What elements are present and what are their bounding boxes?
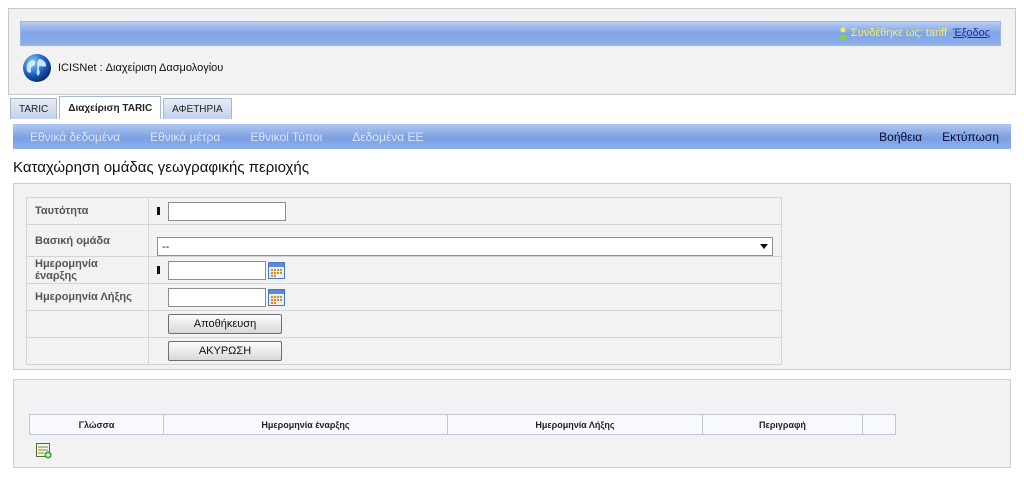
descriptions-panel: Γλώσσα Ημερομηνία έναρξης Ημερομηνία Λήξ… bbox=[13, 379, 1011, 468]
app-title-row: ICISNet : Διαχείριση Δασμολογίου bbox=[22, 53, 223, 83]
calendar-icon[interactable] bbox=[268, 261, 285, 279]
tab-taric[interactable]: TARIC bbox=[10, 98, 58, 119]
print-link[interactable]: Εκτύπωση bbox=[942, 130, 999, 144]
nav-national-measures[interactable]: Εθνικά μέτρα bbox=[150, 130, 220, 144]
tab-taric-management[interactable]: Διαχείριση TARIC bbox=[59, 96, 162, 119]
form-row-start-date: Ημερομηνία έναρξης bbox=[26, 256, 782, 284]
required-marker bbox=[157, 207, 160, 215]
save-button[interactable]: Αποθήκευση bbox=[168, 314, 282, 334]
end-date-input[interactable] bbox=[168, 287, 266, 307]
app-title: ICISNet : Διαχείριση Δασμολογίου bbox=[58, 62, 224, 74]
user-label: Συνδέθηκε ως: bbox=[850, 27, 923, 39]
nav-national-data[interactable]: Εθνικά δεδομένα bbox=[30, 130, 120, 144]
descriptions-table: Γλώσσα Ημερομηνία έναρξης Ημερομηνία Λήξ… bbox=[29, 414, 896, 435]
form-row-end-date: Ημερομηνία Λήξης bbox=[26, 283, 782, 311]
user-area: Συνδέθηκε ως: tariff Έξοδος bbox=[838, 27, 990, 39]
id-cell bbox=[148, 197, 782, 225]
base-group-cell: -- bbox=[148, 224, 782, 257]
tab-home[interactable]: ΑΦΕΤΗΡΙΑ bbox=[163, 98, 232, 119]
tab-bar: TARIC Διαχείριση TARIC ΑΦΕΤΗΡΙΑ bbox=[10, 96, 232, 119]
user-icon bbox=[838, 27, 847, 39]
table-header-row: Γλώσσα Ημερομηνία έναρξης Ημερομηνία Λήξ… bbox=[29, 414, 896, 435]
start-date-cell bbox=[148, 256, 782, 284]
required-marker bbox=[157, 266, 160, 274]
globe-logo bbox=[23, 54, 51, 82]
empty-cell bbox=[26, 310, 149, 338]
start-date-label: Ημερομηνία έναρξης bbox=[26, 256, 149, 284]
column-header-language: Γλώσσα bbox=[29, 414, 164, 435]
logout-link[interactable]: Έξοδος bbox=[953, 27, 990, 39]
subnav-right: Βοήθεια Εκτύπωση bbox=[879, 130, 1011, 144]
calendar-icon[interactable] bbox=[268, 288, 285, 306]
form-row-save: Αποθήκευση bbox=[26, 310, 782, 338]
cancel-button[interactable]: ΑΚΥΡΩΣΗ bbox=[168, 341, 282, 361]
cancel-cell: ΑΚΥΡΩΣΗ bbox=[148, 337, 782, 365]
form-row-base-group: Βασική ομάδα -- bbox=[26, 224, 782, 257]
column-header-start-date: Ημερομηνία έναρξης bbox=[163, 414, 448, 435]
end-date-label: Ημερομηνία Λήξης bbox=[26, 283, 149, 311]
user-name: tariff bbox=[925, 27, 948, 39]
tab-label: Διαχείριση TARIC bbox=[68, 102, 153, 114]
page-title: Καταχώρηση ομάδας γεωγραφικής περιοχής bbox=[13, 159, 309, 176]
sub-navigation: Εθνικά δεδομένα Εθνικά μέτρα Εθνικοί Τύπ… bbox=[13, 124, 1011, 149]
start-date-input[interactable] bbox=[168, 260, 266, 280]
end-date-cell bbox=[148, 283, 782, 311]
tab-label: ΑΦΕΤΗΡΙΑ bbox=[172, 103, 223, 115]
top-bar: Συνδέθηκε ως: tariff Έξοδος bbox=[20, 21, 1001, 46]
base-group-label: Βασική ομάδα bbox=[26, 224, 149, 257]
tab-label: TARIC bbox=[19, 103, 49, 115]
nav-national-types[interactable]: Εθνικοί Τύποι bbox=[250, 130, 322, 144]
id-input[interactable] bbox=[168, 201, 286, 221]
save-cell: Αποθήκευση bbox=[148, 310, 782, 338]
form-table: Ταυτότητα Βασική ομάδα -- Ημερομηνία ένα… bbox=[26, 197, 782, 365]
id-label: Ταυτότητα bbox=[26, 197, 149, 225]
empty-cell bbox=[26, 337, 149, 365]
base-group-select[interactable]: -- bbox=[157, 237, 773, 256]
column-header-end-date: Ημερομηνία Λήξης bbox=[447, 414, 703, 435]
add-row-icon[interactable] bbox=[36, 443, 52, 459]
form-row-id: Ταυτότητα bbox=[26, 197, 782, 225]
nav-eu-data[interactable]: Δεδομένα ΕΕ bbox=[352, 130, 423, 144]
column-header-description: Περιγραφή bbox=[702, 414, 863, 435]
column-header-actions bbox=[862, 414, 896, 435]
form-panel: Ταυτότητα Βασική ομάδα -- Ημερομηνία ένα… bbox=[13, 183, 1011, 370]
form-row-cancel: ΑΚΥΡΩΣΗ bbox=[26, 337, 782, 365]
header-panel: Συνδέθηκε ως: tariff Έξοδος ICISNet : Δι… bbox=[8, 8, 1016, 95]
help-link[interactable]: Βοήθεια bbox=[879, 130, 922, 144]
base-group-value: -- bbox=[162, 240, 170, 253]
chevron-down-icon bbox=[760, 244, 768, 249]
